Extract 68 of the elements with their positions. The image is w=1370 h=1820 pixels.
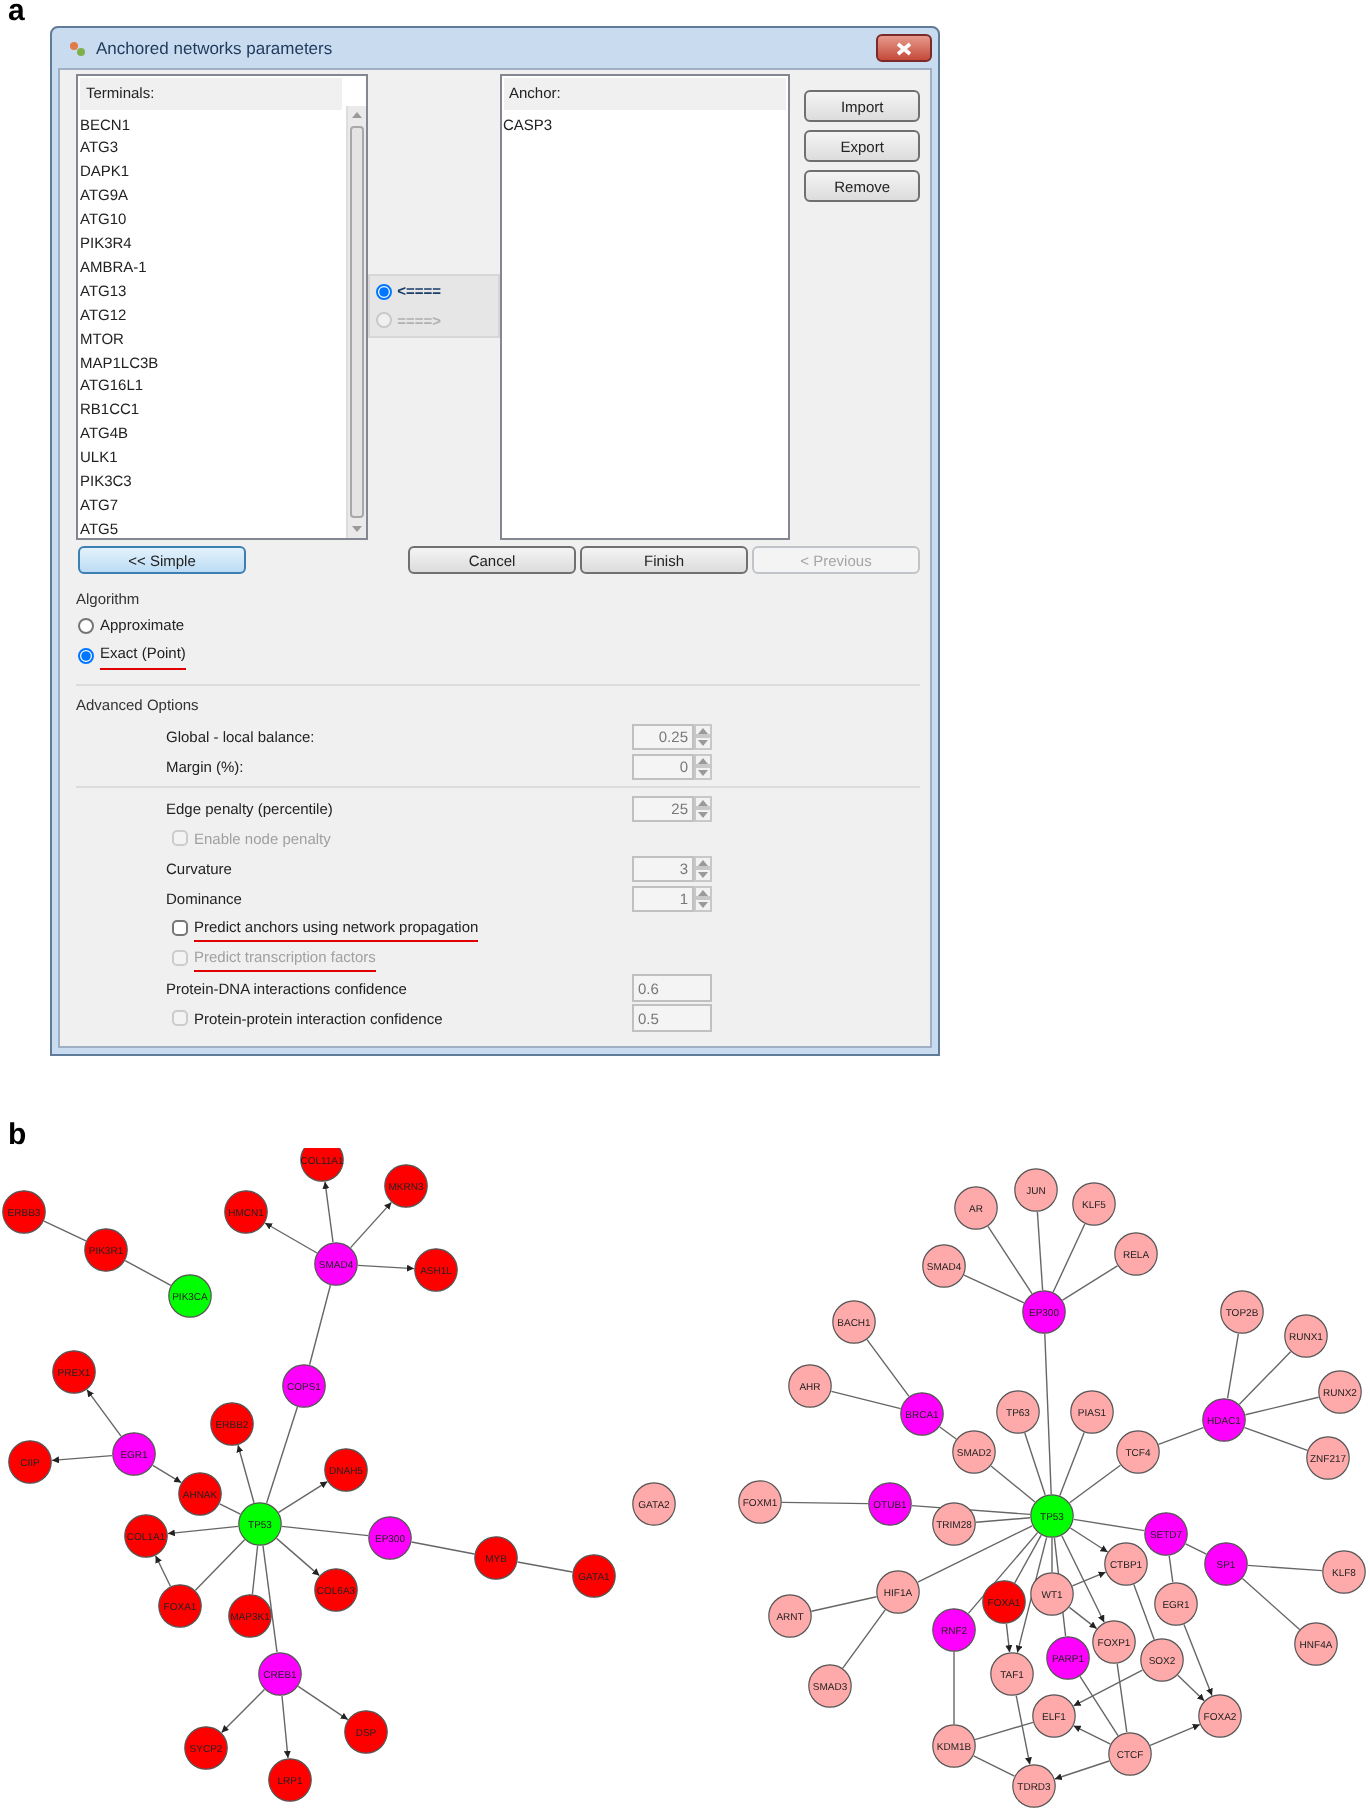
scroll-down-icon: [351, 526, 362, 533]
radio-button[interactable]: [375, 283, 392, 300]
arrow: [1072, 1670, 1144, 1707]
edge-line: [124, 1260, 172, 1287]
edge-line: [194, 1539, 246, 1592]
down-arrow-icon: [698, 740, 708, 746]
up-arrow-icon: [698, 727, 708, 733]
edge-line: [1133, 1584, 1155, 1641]
edge-line: [1073, 1519, 1145, 1532]
up-arrow-icon: [698, 799, 708, 805]
arrow: [167, 1526, 239, 1537]
edge-line: [251, 1545, 259, 1596]
arrow: [1072, 1725, 1112, 1746]
arrow: [220, 1689, 266, 1734]
up-arrow-icon: [698, 757, 708, 763]
down-arrow-icon: [698, 812, 708, 818]
panel-label: b: [6, 1124, 29, 1149]
edge-line: [281, 1526, 369, 1537]
arrow: [264, 1222, 318, 1255]
edge-line: [43, 1221, 87, 1242]
down-arrow-icon: [698, 770, 708, 776]
arrow: [1015, 1695, 1032, 1766]
radio-button[interactable]: [78, 648, 94, 664]
up-arrow-icon: [698, 859, 708, 865]
scrollbar[interactable]: [345, 106, 366, 539]
arrow: [349, 1202, 393, 1249]
edge-line: [972, 1755, 1016, 1778]
up-arrow-icon: [698, 889, 708, 895]
arrow: [281, 1695, 291, 1760]
close-button[interactable]: [876, 34, 932, 63]
edge-line: [1184, 1543, 1208, 1556]
arrow: [152, 1465, 182, 1484]
arrow: [357, 1265, 415, 1273]
edge-line: [781, 1502, 869, 1505]
edge-line: [308, 1285, 332, 1366]
arrow: [277, 1481, 329, 1514]
edge-line: [218, 1503, 242, 1516]
radio-button[interactable]: [78, 618, 94, 634]
down-arrow-icon: [698, 872, 708, 878]
arrow: [275, 1538, 321, 1577]
edge-line: [410, 1541, 476, 1556]
app-icon: [68, 39, 86, 58]
edge-line: [1036, 1211, 1044, 1292]
arrow: [236, 1445, 255, 1504]
edge-line: [516, 1561, 574, 1574]
scroll-up-icon: [351, 112, 362, 119]
edge-line: [1243, 1427, 1309, 1452]
arrow: [322, 1181, 334, 1244]
panel-label: a: [6, 0, 25, 24]
arrow: [86, 1389, 122, 1438]
edge-line: [1241, 1578, 1301, 1631]
edge-line: [1157, 1427, 1205, 1446]
arrow: [1149, 1724, 1201, 1747]
edge-line: [1168, 1555, 1174, 1584]
edge-line: [974, 1722, 1034, 1741]
edge-line: [265, 1406, 299, 1505]
arrow: [297, 1686, 349, 1721]
edge-line: [1247, 1565, 1323, 1572]
arrow: [1054, 1760, 1110, 1781]
edge-line: [953, 1651, 955, 1726]
arrow: [51, 1455, 113, 1464]
arrow: [154, 1555, 172, 1588]
close-icon: [896, 41, 912, 56]
checkbox[interactable]: [172, 920, 188, 937]
edge-line: [939, 1426, 957, 1441]
down-arrow-icon: [698, 902, 708, 908]
window-title: Anchored networks parameters: [96, 35, 333, 62]
scrollbar-thumb[interactable]: [349, 126, 364, 519]
